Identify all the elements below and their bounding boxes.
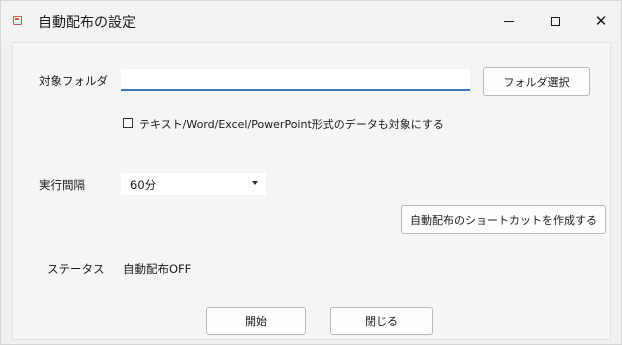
- create-shortcut-button[interactable]: 自動配布のショートカットを作成する: [401, 205, 606, 234]
- close-button[interactable]: 閉じる: [330, 307, 433, 335]
- close-icon: ✕: [594, 12, 608, 30]
- maximize-button[interactable]: [532, 1, 578, 41]
- window-title: 自動配布の設定: [38, 15, 136, 31]
- interval-selected-value: 60分: [130, 178, 157, 192]
- title-bar: 自動配布の設定 ✕: [1, 1, 621, 41]
- interval-select[interactable]: 60分: [121, 173, 266, 195]
- include-office-label: テキスト/Word/Excel/PowerPoint形式のデータも対象にする: [139, 118, 444, 131]
- interval-label: 実行間隔: [39, 178, 85, 192]
- status-label: ステータス: [47, 262, 105, 276]
- target-folder-input[interactable]: [121, 69, 470, 91]
- settings-window: 自動配布の設定 ✕ 対象フォルダ フォルダ選択 テキスト/Word/Excel/…: [0, 0, 622, 345]
- maximize-icon: [550, 16, 560, 26]
- close-window-button[interactable]: ✕: [578, 1, 622, 41]
- folder-select-button[interactable]: フォルダ選択: [483, 67, 590, 96]
- status-value: 自動配布OFF: [123, 262, 192, 276]
- minimize-button[interactable]: [486, 1, 532, 41]
- app-icon: [13, 16, 22, 25]
- target-folder-label: 対象フォルダ: [39, 74, 108, 88]
- include-office-checkbox[interactable]: [123, 118, 133, 128]
- chevron-down-icon: [252, 181, 258, 185]
- minimize-icon: [504, 20, 514, 22]
- start-button[interactable]: 開始: [206, 307, 306, 335]
